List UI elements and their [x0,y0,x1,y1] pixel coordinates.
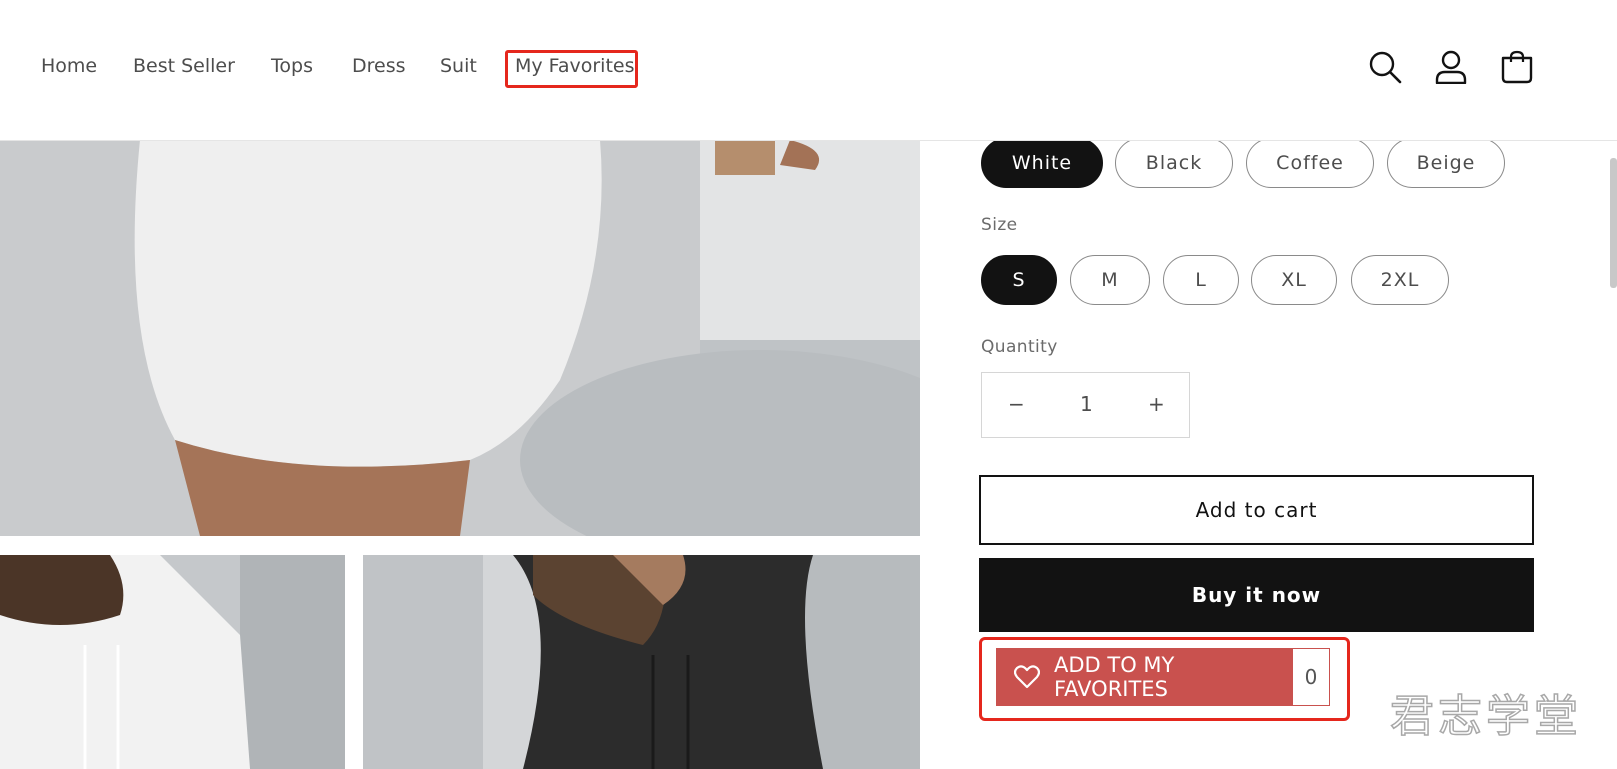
heart-icon [1014,665,1040,689]
quantity-decrease-button[interactable]: − [1008,392,1025,416]
site-header: Home Best Seller Tops Dress Suit My Favo… [0,0,1617,141]
quantity-label: Quantity [981,337,1058,357]
nav-home[interactable]: Home [41,55,97,77]
quantity-input[interactable]: 1 [1080,392,1093,416]
product-thumbnail-black[interactable] [363,555,920,769]
size-option-s[interactable]: S [981,255,1057,305]
nav-dress[interactable]: Dress [352,55,406,77]
watermark: 君志学堂 [1389,690,1582,743]
cart-icon[interactable] [1501,50,1533,88]
add-to-favorites-button[interactable]: ADD TO MY FAVORITES [996,648,1292,706]
color-option-black[interactable]: Black [1115,138,1233,188]
nav-best-seller[interactable]: Best Seller [133,55,235,77]
product-main-image[interactable] [0,140,920,536]
scrollbar[interactable] [1610,158,1617,288]
nav-tops[interactable]: Tops [271,55,313,77]
nav-my-favorites[interactable]: My Favorites [515,55,635,77]
color-option-beige[interactable]: Beige [1387,138,1505,188]
size-label: Size [981,215,1018,235]
size-option-2xl[interactable]: 2XL [1351,255,1449,305]
quantity-increase-button[interactable]: + [1148,392,1165,416]
nav-suit[interactable]: Suit [440,55,477,77]
add-to-favorites-label: ADD TO MY FAVORITES [1054,653,1175,701]
search-icon[interactable] [1368,50,1402,88]
account-icon[interactable] [1435,50,1467,88]
product-thumbnail-white[interactable] [0,555,345,769]
color-option-white[interactable]: White [981,138,1103,188]
color-option-coffee[interactable]: Coffee [1246,138,1374,188]
buy-it-now-button[interactable]: Buy it now [979,558,1534,632]
size-option-m[interactable]: M [1070,255,1150,305]
favorites-count: 0 [1292,648,1330,706]
quantity-stepper: − 1 + [981,372,1190,438]
add-to-cart-button[interactable]: Add to cart [979,475,1534,545]
size-option-l[interactable]: L [1163,255,1239,305]
size-option-xl[interactable]: XL [1251,255,1337,305]
